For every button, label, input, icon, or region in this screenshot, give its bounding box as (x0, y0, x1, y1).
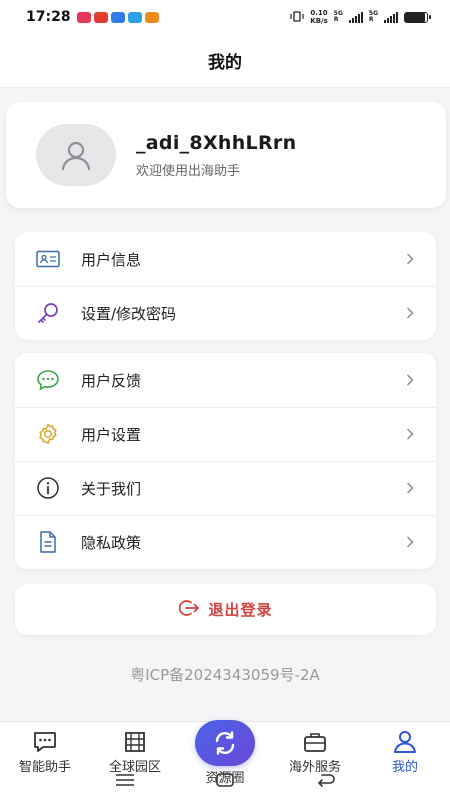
menu-item-user-info[interactable]: 用户信息 (15, 232, 436, 286)
building-icon (125, 732, 145, 752)
status-bar: 17:28 0.10 KB/s 5G R 5G R (0, 0, 450, 34)
tab-resource-circle[interactable] (195, 720, 255, 766)
logout-icon (178, 598, 200, 622)
document-icon (35, 529, 61, 555)
menu-item-label: 设置/修改密码 (81, 304, 177, 323)
notification-icons (76, 11, 159, 23)
menu-group-account: 用户信息 设置/修改密码 (15, 232, 436, 340)
chevron-right-icon (404, 307, 416, 319)
info-icon (35, 475, 61, 501)
tab-global-parks[interactable]: 全球园区 (90, 730, 180, 775)
chat-icon (34, 732, 56, 752)
menu-item-label: 用户信息 (81, 250, 142, 269)
profile-card[interactable]: _adi_8XhhLRrn 欢迎使用出海助手 (6, 102, 446, 208)
avatar[interactable] (36, 124, 116, 186)
user-icon (394, 731, 416, 753)
logout-label: 退出登录 (208, 601, 273, 619)
menu-item-feedback[interactable]: 用户反馈 (15, 353, 436, 407)
menu-item-privacy[interactable]: 隐私政策 (15, 515, 436, 569)
menu-item-label: 关于我们 (81, 479, 142, 498)
logout-button[interactable]: 退出登录 (15, 584, 436, 635)
menu-item-label: 隐私政策 (81, 533, 142, 552)
icp-record: 粤ICP备2024343059号-2A (130, 666, 320, 684)
menu-item-user-settings[interactable]: 用户设置 (15, 407, 436, 461)
taobao-icon (144, 11, 159, 23)
app-notification-icon (110, 11, 125, 23)
refresh-circle-icon (215, 731, 235, 755)
menu-group-general: 用户反馈 用户设置 关于我们 隐私政策 (15, 353, 436, 569)
battery-icon (404, 11, 431, 23)
greeting-text: 欢迎使用出海助手 (136, 163, 241, 179)
tab-mine[interactable]: 我的 (360, 730, 450, 775)
menu-icon[interactable] (114, 772, 136, 791)
gear-icon (35, 421, 61, 447)
briefcase-icon (304, 733, 326, 752)
status-time: 17:28 (26, 9, 71, 25)
chat-bubble-icon (35, 367, 61, 393)
vibrate-icon (290, 10, 304, 24)
app-notification-icon (76, 11, 91, 23)
tab-overseas-services[interactable]: 海外服务 (270, 730, 360, 775)
chevron-right-icon (404, 482, 416, 494)
back-icon[interactable] (316, 772, 336, 792)
id-card-icon (35, 246, 61, 272)
signal-icon (384, 11, 398, 23)
top-bar: 我的 (0, 34, 450, 88)
net-speed: 0.10 KB/s (310, 9, 328, 25)
key-icon (35, 300, 61, 326)
menu-item-password[interactable]: 设置/修改密码 (15, 286, 436, 340)
page-title: 我的 (208, 53, 242, 73)
signal-icon (348, 11, 363, 23)
menu-item-about[interactable]: 关于我们 (15, 461, 436, 515)
menu-item-label: 用户反馈 (81, 371, 142, 390)
user-icon (61, 141, 91, 171)
username: _adi_8XhhLRrn (136, 131, 297, 154)
chevron-right-icon (404, 374, 416, 386)
chevron-right-icon (404, 428, 416, 440)
app-notification-icon (93, 11, 108, 23)
tab-assistant[interactable]: 智能助手 (0, 730, 90, 775)
menu-item-label: 用户设置 (81, 425, 142, 444)
home-icon[interactable] (214, 772, 236, 792)
chevron-right-icon (404, 253, 416, 265)
telegram-icon (127, 11, 142, 23)
chevron-right-icon (404, 536, 416, 548)
